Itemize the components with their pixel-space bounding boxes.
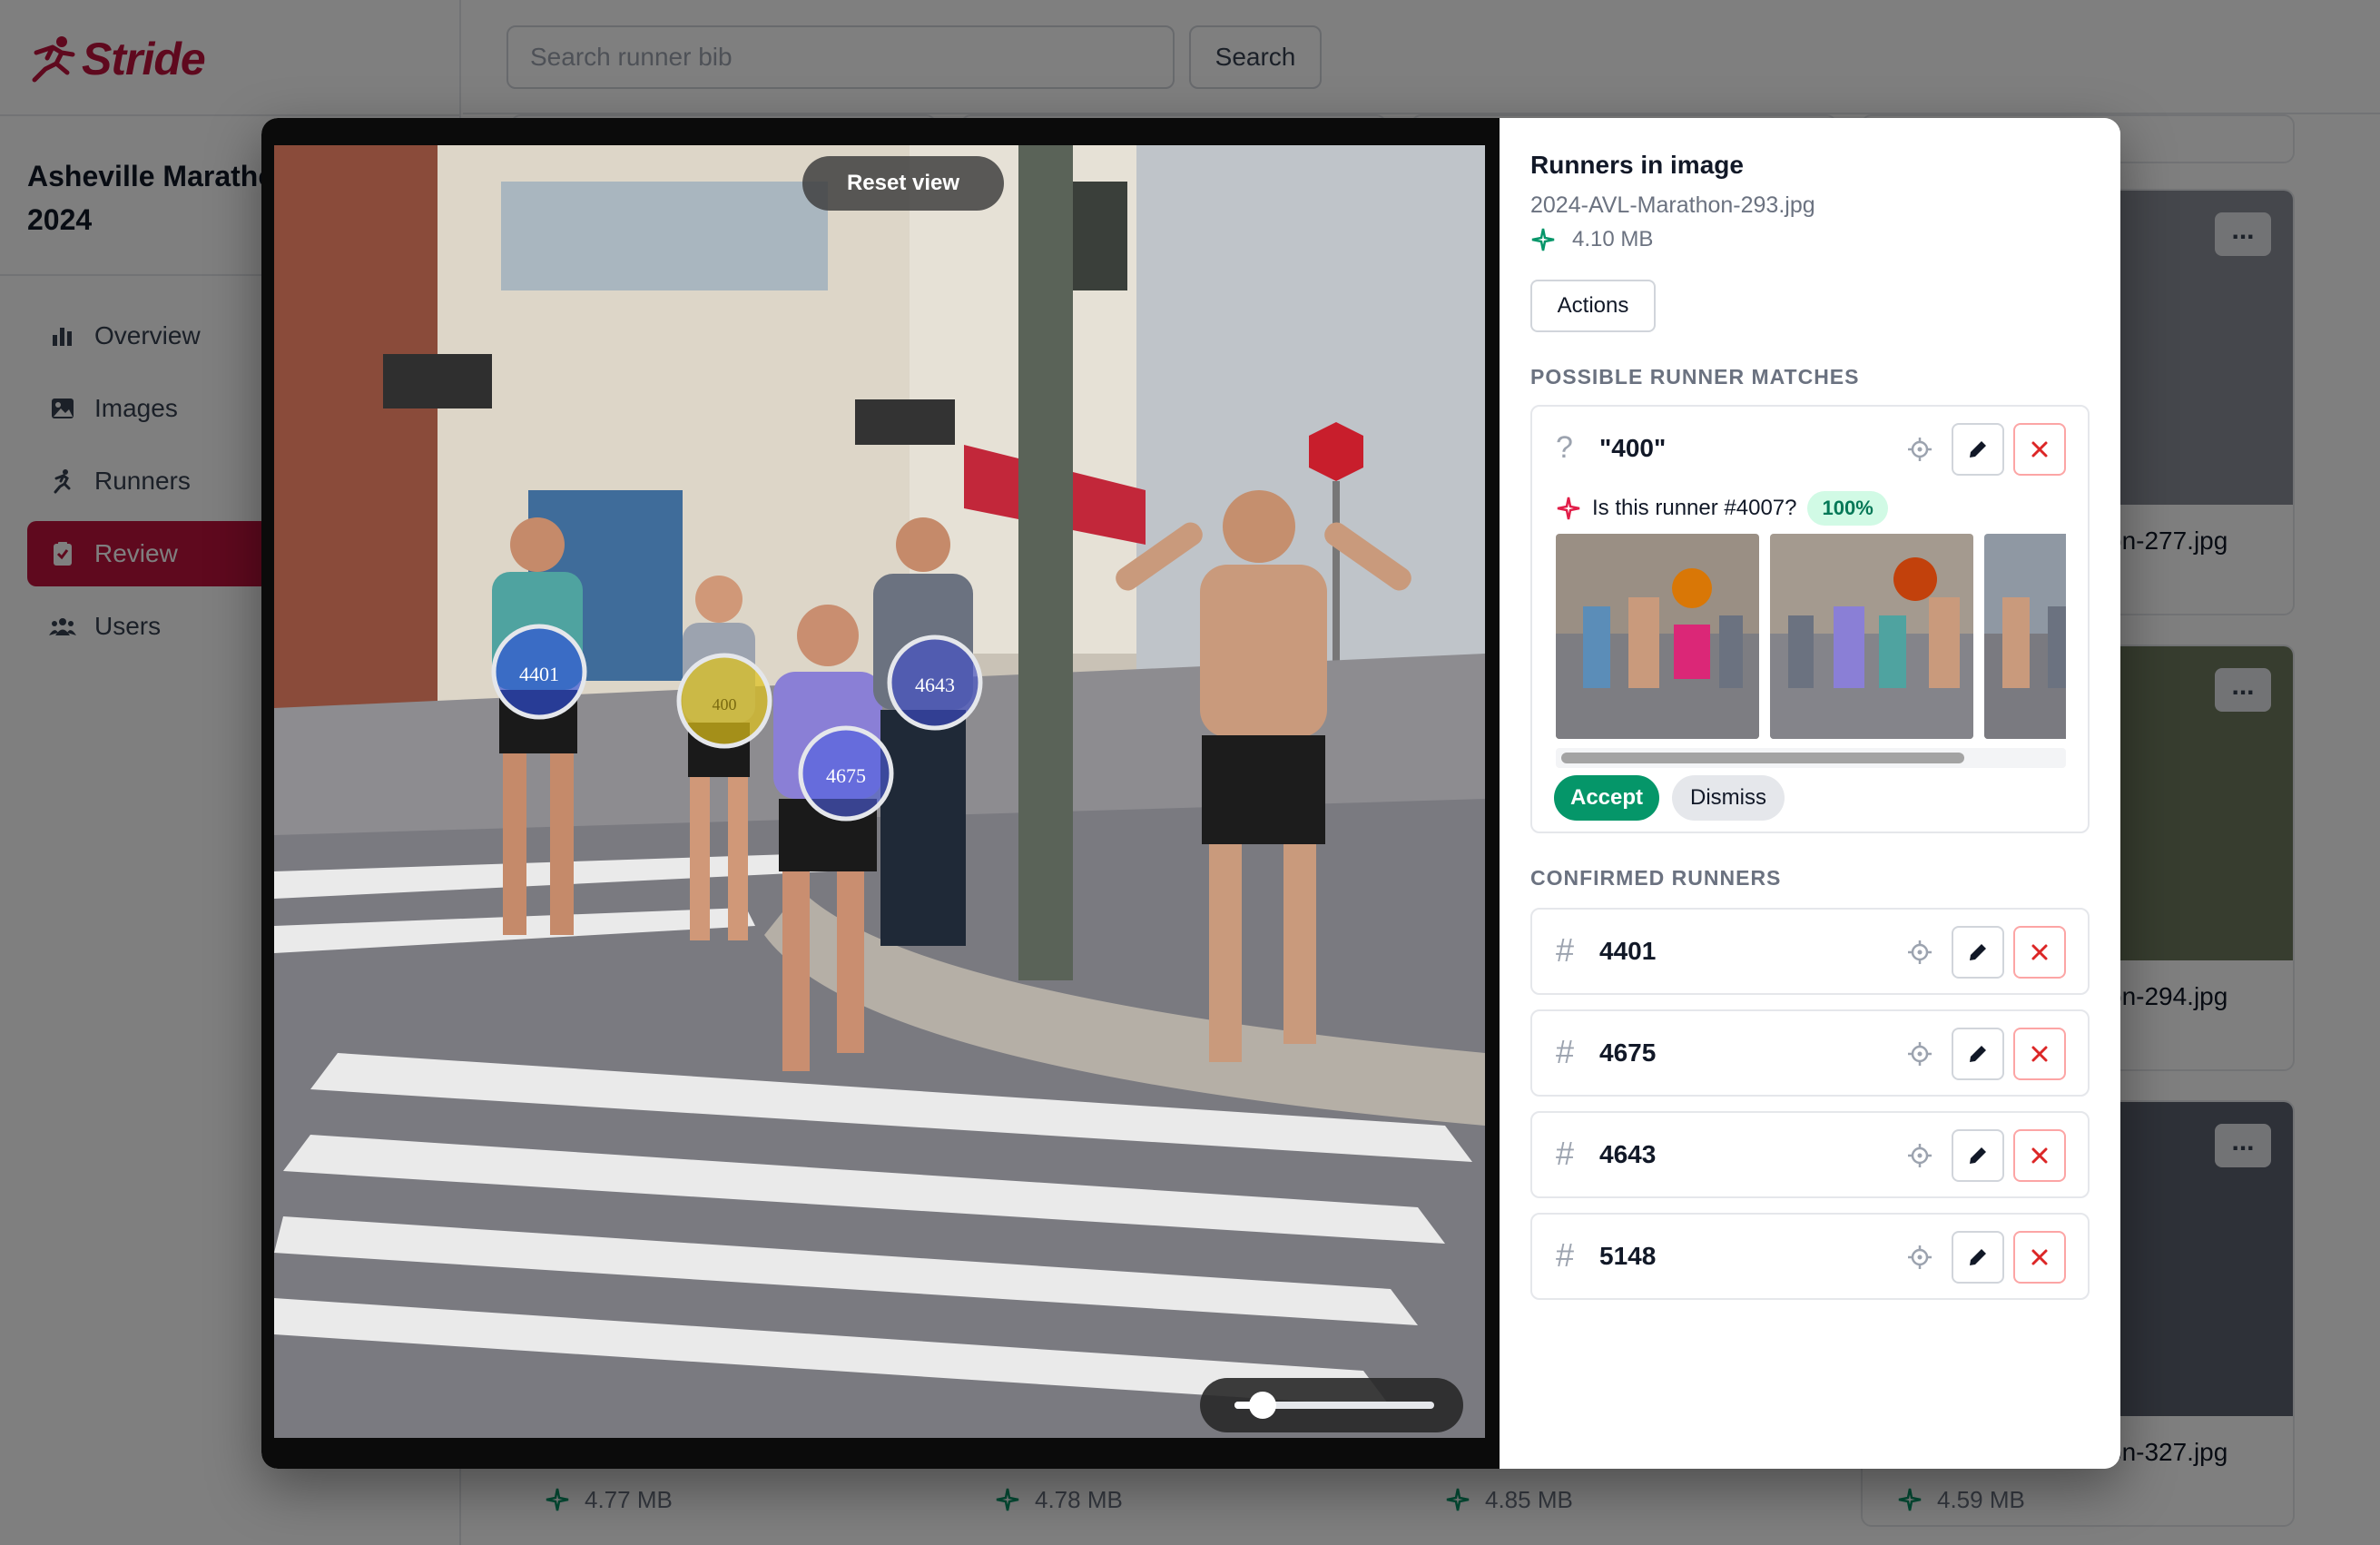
- confidence-badge: 100%: [1807, 491, 1888, 526]
- pencil-icon: [1970, 944, 1986, 960]
- edit-button[interactable]: [1952, 1231, 2004, 1284]
- runners-panel: Runners in image 2024-AVL-Marathon-293.j…: [1500, 118, 2120, 1469]
- close-icon: [2031, 1147, 2048, 1164]
- question-icon: ?: [1556, 430, 1573, 465]
- bib-detection-4401[interactable]: 4401: [491, 624, 587, 720]
- close-icon: [2031, 1249, 2048, 1265]
- close-icon: [2031, 944, 2048, 960]
- sparkle-icon: [1531, 228, 1555, 251]
- bib-label: 400: [713, 695, 737, 713]
- hash-icon: #: [1556, 1236, 1575, 1274]
- runner-bib: 5148: [1599, 1242, 1657, 1270]
- runner-figure: [873, 517, 973, 946]
- confirmed-runners-heading: CONFIRMED RUNNERS: [1530, 866, 1782, 890]
- bib-label: 4643: [915, 674, 955, 696]
- actions-button[interactable]: Actions: [1530, 280, 1656, 332]
- pencil-icon: [1970, 1046, 1986, 1062]
- confirmed-runner-row: # 5148: [1530, 1213, 2090, 1300]
- image-viewer: 4401 400 4675 4643 Reset view: [261, 118, 1500, 1469]
- confirmed-runner-row: # 4401: [1530, 908, 2090, 995]
- zoom-slider[interactable]: [1200, 1378, 1463, 1432]
- race-photo[interactable]: 4401 400 4675 4643: [274, 145, 1485, 1438]
- pencil-icon: [1970, 441, 1986, 458]
- possible-match-card: ? "400" Is this runner #4007? 100% Accep…: [1530, 405, 2090, 833]
- possible-match-row: ? "400": [1532, 423, 2088, 476]
- hash-icon: #: [1556, 1135, 1575, 1172]
- edit-button[interactable]: [1952, 926, 2004, 979]
- bib-detection-400[interactable]: 400: [676, 653, 772, 749]
- reset-view-button[interactable]: Reset view: [802, 156, 1004, 211]
- image-review-modal: 4401 400 4675 4643 Reset view Runners in…: [261, 118, 2120, 1469]
- close-icon: [2031, 1046, 2048, 1062]
- image-size: 4.10 MB: [1530, 227, 1653, 252]
- remove-button[interactable]: [2013, 1129, 2066, 1182]
- pencil-icon: [1970, 1147, 1986, 1164]
- zoom-slider-handle[interactable]: [1249, 1392, 1276, 1419]
- panel-title: Runners in image: [1530, 151, 1744, 179]
- close-icon: [2031, 441, 2048, 458]
- match-question: Is this runner #4007?: [1592, 496, 1797, 520]
- runner-bib: 4401: [1599, 937, 1657, 965]
- locate-icon[interactable]: [1906, 436, 1933, 463]
- pencil-icon: [1970, 1249, 1986, 1265]
- bib-detection-4675[interactable]: 4675: [798, 725, 894, 822]
- image-size-label: 4.10 MB: [1572, 227, 1654, 251]
- hash-icon: #: [1556, 1033, 1575, 1070]
- confirmed-runner-content: # 4675: [1532, 1028, 2088, 1080]
- possible-matches-heading: POSSIBLE RUNNER MATCHES: [1530, 365, 1860, 389]
- remove-button[interactable]: [2013, 1028, 2066, 1080]
- confirmed-runner-row: # 4675: [1530, 1009, 2090, 1097]
- confirmed-runner-content: # 4401: [1532, 926, 2088, 979]
- image-filename: 2024-AVL-Marathon-293.jpg: [1530, 192, 1815, 218]
- bib-label: 4675: [826, 764, 866, 787]
- confirmed-runner-content: # 4643: [1532, 1129, 2088, 1182]
- race-photo-canvas: 4401 400 4675 4643: [274, 145, 1485, 1438]
- match-thumbnails[interactable]: [1556, 534, 2066, 739]
- detected-bib: "400": [1599, 434, 1667, 462]
- match-thumbnail[interactable]: [1556, 534, 1759, 739]
- edit-button[interactable]: [1952, 1028, 2004, 1080]
- edit-button[interactable]: [1952, 1129, 2004, 1182]
- runner-bib: 4643: [1599, 1140, 1657, 1168]
- hash-icon: #: [1556, 931, 1575, 969]
- dismiss-button[interactable]: Dismiss: [1672, 775, 1785, 821]
- confirmed-runner-content: # 5148: [1532, 1231, 2088, 1284]
- remove-button[interactable]: [2013, 1231, 2066, 1284]
- confirmed-runner-row: # 4643: [1530, 1111, 2090, 1198]
- zoom-slider-track[interactable]: [1234, 1392, 1434, 1419]
- sparkle-icon: [1557, 497, 1580, 520]
- remove-button[interactable]: [2013, 926, 2066, 979]
- match-thumbnail[interactable]: [1770, 534, 1973, 739]
- remove-button[interactable]: [2013, 423, 2066, 476]
- bib-label: 4401: [519, 663, 559, 685]
- locate-icon[interactable]: [1906, 1040, 1933, 1068]
- thumbnail-scrollbar[interactable]: [1556, 748, 2066, 768]
- runner-bib: 4675: [1599, 1038, 1657, 1067]
- locate-icon[interactable]: [1906, 1142, 1933, 1169]
- locate-icon[interactable]: [1906, 939, 1933, 966]
- match-suggestion: Is this runner #4007? 100%: [1556, 490, 1888, 526]
- edit-button[interactable]: [1952, 423, 2004, 476]
- locate-icon[interactable]: [1906, 1244, 1933, 1271]
- bib-detection-4643[interactable]: 4643: [887, 635, 983, 731]
- accept-button[interactable]: Accept: [1554, 775, 1659, 821]
- scrollbar-handle[interactable]: [1561, 753, 1964, 763]
- match-thumbnail[interactable]: [1984, 534, 2066, 739]
